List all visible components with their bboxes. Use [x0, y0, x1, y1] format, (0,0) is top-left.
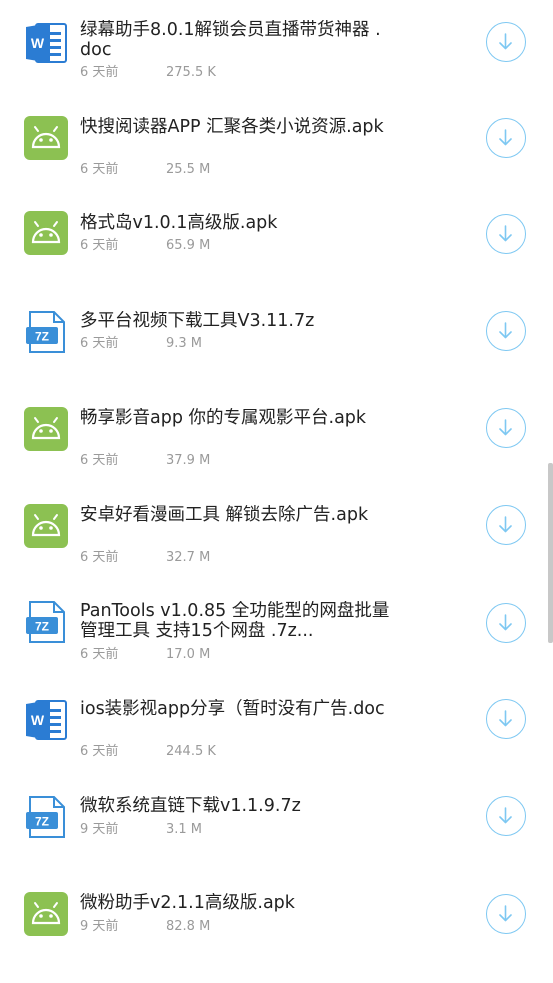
file-meta: 6 天前 17.0 M: [80, 647, 210, 663]
file-row[interactable]: 7Z PanTools v1.0.85 全功能型的网盘批量管理工具 支持15个网盘…: [0, 582, 553, 679]
7z-archive-icon: 7Z: [24, 310, 68, 354]
file-size: 3.1 M: [166, 822, 203, 837]
android-apk-icon: [24, 211, 68, 255]
file-row[interactable]: 快搜阅读器APP 汇聚各类小说资源.apk 6 天前 25.5 M: [0, 97, 553, 194]
file-meta: 6 天前 65.9 M: [80, 238, 210, 254]
file-name: 快搜阅读器APP 汇聚各类小说资源.apk: [80, 117, 384, 137]
download-button[interactable]: [486, 796, 526, 836]
file-time: 9 天前: [80, 919, 119, 934]
download-button[interactable]: [486, 311, 526, 351]
file-row[interactable]: 7Z 微软系统直链下载v1.1.9.7z 9 天前 3.1 M: [0, 776, 553, 873]
download-button[interactable]: [486, 894, 526, 934]
download-button[interactable]: [486, 699, 526, 739]
file-name: 微粉助手v2.1.1高级版.apk: [80, 893, 295, 913]
android-apk-icon: [24, 116, 68, 160]
download-button[interactable]: [486, 214, 526, 254]
file-name: 畅享影音app 你的专属观影平台.apk: [80, 408, 367, 428]
file-meta: 6 天前 275.5 K: [80, 65, 216, 81]
file-time: 6 天前: [80, 550, 119, 565]
file-time: 6 天前: [80, 65, 119, 80]
file-meta: 6 天前 25.5 M: [80, 162, 210, 178]
file-size: 25.5 M: [166, 162, 211, 177]
file-name: ios装影视app分享（暂时没有广告.doc: [80, 699, 385, 719]
download-button[interactable]: [486, 505, 526, 545]
download-button[interactable]: [486, 118, 526, 158]
word-doc-icon: W: [24, 21, 68, 65]
file-list: W 绿幕助手8.0.1解锁会员直播带货神器 .doc 6 天前 275.5 K 快搜阅读…: [0, 0, 553, 983]
file-name: 格式岛v1.0.1高级版.apk: [80, 213, 278, 233]
file-time: 6 天前: [80, 453, 119, 468]
file-meta: 6 天前 37.9 M: [80, 453, 210, 469]
file-row[interactable]: 微粉助手v2.1.1高级版.apk 9 天前 82.8 M: [0, 873, 553, 970]
file-row[interactable]: Wios装影视app分享（暂时没有广告.doc 6 天前 244.5 K: [0, 679, 553, 776]
file-size: 244.5 K: [166, 744, 216, 759]
svg-text:7Z: 7Z: [35, 620, 49, 634]
download-button[interactable]: [486, 22, 526, 62]
file-size: 17.0 M: [166, 647, 211, 662]
scrollbar[interactable]: [548, 463, 553, 643]
file-time: 9 天前: [80, 822, 119, 837]
android-apk-icon: [24, 892, 68, 936]
download-button[interactable]: [486, 603, 526, 643]
file-meta: 9 天前 3.1 M: [80, 822, 202, 838]
file-meta: 6 天前 32.7 M: [80, 550, 210, 566]
file-name: 多平台视频下载工具V3.11.7z: [80, 311, 315, 331]
android-apk-icon: [24, 407, 68, 451]
svg-text:7Z: 7Z: [35, 815, 49, 829]
file-time: 6 天前: [80, 744, 119, 759]
7z-archive-icon: 7Z: [24, 795, 68, 839]
svg-text:W: W: [31, 35, 45, 51]
file-name: 微软系统直链下载v1.1.9.7z: [80, 796, 301, 816]
file-name: 安卓好看漫画工具 解锁去除广告.apk: [80, 505, 369, 525]
file-name: 绿幕助手8.0.1解锁会员直播带货神器 .doc: [80, 20, 381, 60]
file-size: 32.7 M: [166, 550, 211, 565]
7z-archive-icon: 7Z: [24, 600, 68, 644]
file-row[interactable]: W 绿幕助手8.0.1解锁会员直播带货神器 .doc 6 天前 275.5 K: [0, 0, 553, 97]
svg-text:W: W: [31, 712, 45, 728]
file-time: 6 天前: [80, 162, 119, 177]
file-row[interactable]: 7Z 多平台视频下载工具V3.11.7z 6 天前 9.3 M: [0, 291, 553, 388]
file-size: 82.8 M: [166, 919, 211, 934]
file-row[interactable]: 格式岛v1.0.1高级版.apk 6 天前 65.9 M: [0, 194, 553, 291]
file-size: 275.5 K: [166, 65, 216, 80]
svg-text:7Z: 7Z: [35, 330, 49, 344]
file-time: 6 天前: [80, 647, 119, 662]
word-doc-icon: W: [24, 698, 68, 742]
file-time: 6 天前: [80, 336, 119, 351]
android-apk-icon: [24, 504, 68, 548]
file-meta: 6 天前 244.5 K: [80, 744, 216, 760]
file-size: 37.9 M: [166, 453, 211, 468]
file-meta: 6 天前 9.3 M: [80, 336, 202, 352]
file-meta: 9 天前 82.8 M: [80, 919, 210, 935]
download-button[interactable]: [486, 408, 526, 448]
file-size: 65.9 M: [166, 238, 211, 253]
file-time: 6 天前: [80, 238, 119, 253]
file-row[interactable]: 安卓好看漫画工具 解锁去除广告.apk 6 天前 32.7 M: [0, 485, 553, 582]
file-name: PanTools v1.0.85 全功能型的网盘批量管理工具 支持15个网盘 .…: [80, 601, 390, 641]
file-row[interactable]: 畅享影音app 你的专属观影平台.apk 6 天前 37.9 M: [0, 388, 553, 485]
file-size: 9.3 M: [166, 336, 203, 351]
